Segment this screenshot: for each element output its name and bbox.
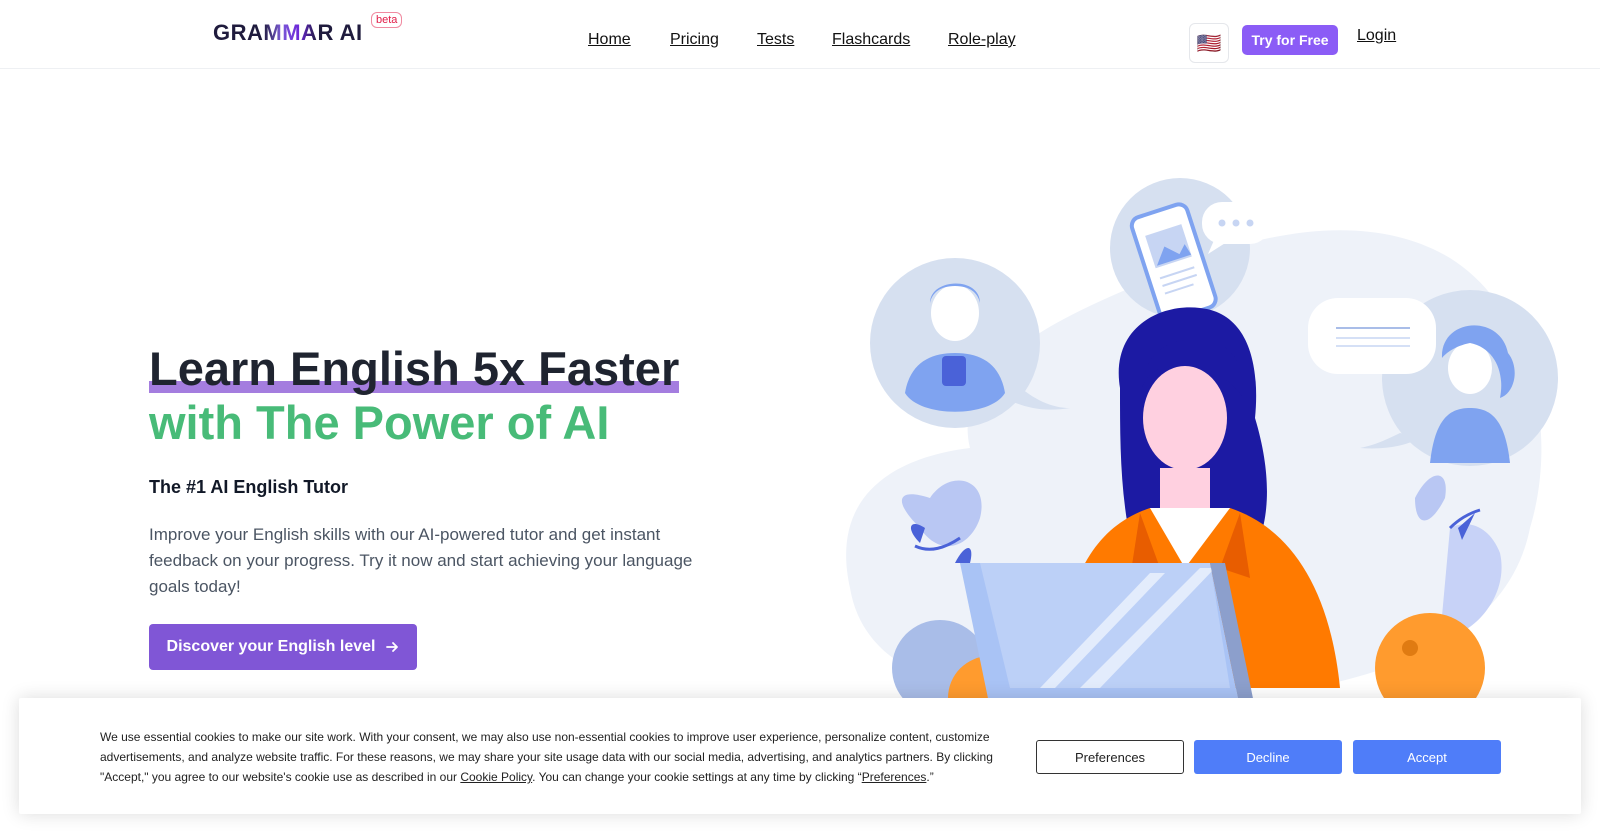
text-bubble <box>1308 298 1436 374</box>
nav-pricing-link[interactable]: Pricing <box>670 31 719 49</box>
beta-badge: beta <box>371 12 403 28</box>
login-link[interactable]: Login <box>1357 27 1396 45</box>
logo-text-part2: MMA <box>263 20 318 45</box>
nav-tests-link[interactable]: Tests <box>757 31 794 49</box>
cookie-decline-button[interactable]: Decline <box>1194 740 1342 774</box>
hero-subheading: The #1 AI English Tutor <box>149 477 349 497</box>
cookie-preferences-button[interactable]: Preferences <box>1036 740 1184 774</box>
cookie-banner: We use essential cookies to make our sit… <box>19 698 1581 814</box>
logo[interactable]: GRAMMAR AI <box>213 20 363 46</box>
nav-roleplay-link[interactable]: Role-play <box>948 31 1016 49</box>
hero-description: Improve your English skills with our AI-… <box>149 525 693 596</box>
hero-title-line1: Learn English 5x Faster <box>149 342 680 396</box>
laptop-illustration <box>960 563 1255 708</box>
site-header: GRAMMAR AI beta Home Pricing Tests Flash… <box>0 0 1600 69</box>
arrow-right-icon <box>386 642 399 652</box>
nav-home-link[interactable]: Home <box>588 31 631 49</box>
hero-title-line1-text: Learn English 5x Faster <box>149 342 680 395</box>
cookie-message: We use essential cookies to make our sit… <box>100 727 1005 787</box>
hero-illustration <box>846 178 1558 708</box>
language-selector[interactable]: 🇺🇸 <box>1189 23 1229 63</box>
discover-english-level-button[interactable]: Discover your English level <box>149 624 417 670</box>
logo-text-part3: R AI <box>317 20 363 45</box>
try-for-free-button[interactable]: Try for Free <box>1242 25 1338 55</box>
hero-title-line2: with The Power of AI <box>149 396 610 449</box>
cookie-text-part3: .” <box>926 770 934 784</box>
us-flag-icon: 🇺🇸 <box>1196 32 1222 55</box>
cookie-policy-link[interactable]: Cookie Policy <box>460 770 532 784</box>
cookie-preferences-link[interactable]: Preferences <box>862 770 927 784</box>
logo-text-part1: GRA <box>213 20 264 45</box>
cookie-accept-button[interactable]: Accept <box>1353 740 1501 774</box>
cta-label: Discover your English level <box>166 638 376 655</box>
cookie-text-part2: . You can change your cookie settings at… <box>532 770 862 784</box>
nav-flashcards-link[interactable]: Flashcards <box>832 31 910 49</box>
